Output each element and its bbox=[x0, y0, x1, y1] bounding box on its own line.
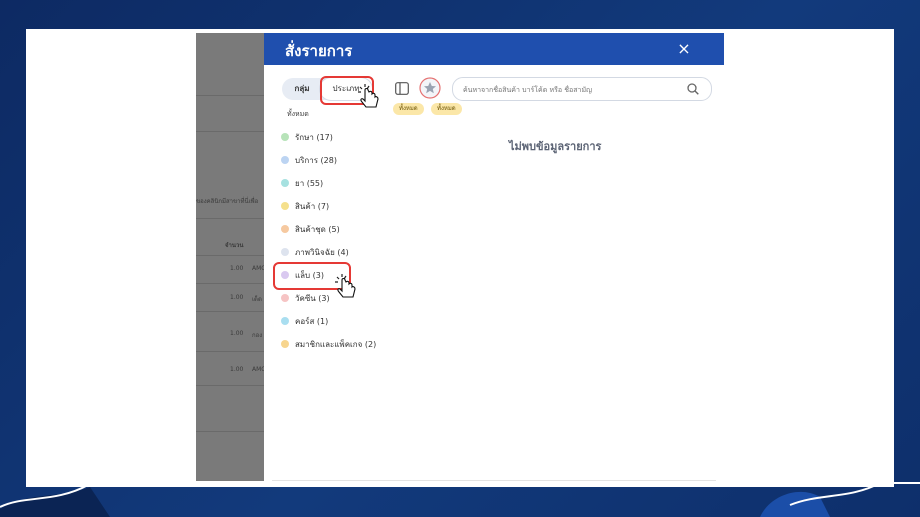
divider bbox=[196, 218, 264, 219]
category-item[interactable]: คอร์ส (1) bbox=[281, 313, 351, 329]
category-item[interactable]: บริการ (28) bbox=[281, 152, 351, 168]
category-label: สมาชิกและแพ็คเกจ (2) bbox=[295, 340, 377, 349]
category-item[interactable]: สมาชิกและแพ็คเกจ (2) bbox=[281, 336, 391, 352]
category-label: สินค้า (7) bbox=[295, 202, 330, 211]
background-qty-header: จำนวน bbox=[225, 242, 244, 249]
divider bbox=[196, 283, 264, 284]
category-color-dot bbox=[281, 340, 289, 348]
category-color-dot bbox=[281, 317, 289, 325]
category-item[interactable]: รักษา (17) bbox=[281, 129, 351, 145]
divider bbox=[196, 385, 264, 386]
category-color-dot bbox=[281, 156, 289, 164]
category-color-dot bbox=[281, 179, 289, 187]
category-label: รักษา (17) bbox=[295, 133, 333, 142]
close-icon[interactable]: × bbox=[674, 39, 694, 59]
category-all-label[interactable]: ทั้งหมด bbox=[287, 109, 309, 120]
pointer-hand-icon bbox=[358, 84, 379, 108]
app-screenshot: ของคลินิกมีสาขาที่นี่เพื่อ จำนวน 1.00 AM… bbox=[196, 33, 724, 481]
category-label: คอร์ส (1) bbox=[295, 317, 329, 326]
category-label: วัคซีน (3) bbox=[295, 294, 330, 303]
category-color-dot bbox=[281, 225, 289, 233]
category-item[interactable]: สินค้า (7) bbox=[281, 198, 351, 214]
background-row-qty: 1.00 bbox=[230, 366, 244, 373]
category-color-dot bbox=[281, 248, 289, 256]
background-row-name: กอง bbox=[252, 332, 263, 339]
search-input[interactable] bbox=[461, 81, 685, 99]
empty-state-message: ไม่พบข้อมูลรายการ bbox=[509, 140, 602, 153]
category-label: สินค้าชุด (5) bbox=[295, 225, 340, 234]
filter-chip-all[interactable]: ทั้งหมด bbox=[393, 103, 424, 115]
divider bbox=[272, 480, 716, 481]
panel-title: สั่งรายการ bbox=[285, 42, 353, 60]
background-row-qty: 1.00 bbox=[230, 330, 244, 337]
search-box bbox=[452, 77, 712, 101]
search-icon[interactable] bbox=[687, 83, 699, 95]
layout-icon[interactable] bbox=[395, 82, 409, 95]
order-panel: สั่งรายการ × กลุ่ม ประเภท ค้นหาจากชื่อสิ… bbox=[264, 33, 724, 481]
category-item[interactable]: ภาพวินิจฉัย (4) bbox=[281, 244, 351, 260]
background-row-qty: 1.00 bbox=[230, 294, 244, 301]
category-color-dot bbox=[281, 202, 289, 210]
category-item[interactable]: สินค้าชุด (5) bbox=[281, 221, 351, 237]
divider bbox=[196, 255, 264, 256]
category-label: บริการ (28) bbox=[295, 156, 337, 165]
panel-header: สั่งรายการ × bbox=[264, 33, 724, 65]
background-side-text: ของคลินิกมีสาขาที่นี่เพื่อ bbox=[196, 198, 259, 205]
tab-group[interactable]: กลุ่ม bbox=[282, 78, 322, 100]
filter-chip-all[interactable]: ทั้งหมด bbox=[431, 103, 462, 115]
pointer-hand-icon bbox=[335, 274, 356, 298]
divider bbox=[196, 131, 264, 132]
background-page: ของคลินิกมีสาขาที่นี่เพื่อ จำนวน 1.00 AM… bbox=[196, 33, 266, 481]
divider bbox=[196, 95, 264, 96]
divider bbox=[196, 431, 264, 432]
category-label: ภาพวินิจฉัย (4) bbox=[295, 248, 349, 257]
background-row-qty: 1.00 bbox=[230, 265, 244, 272]
background-row-name: เด็ด bbox=[252, 296, 262, 303]
category-label: ยา (55) bbox=[295, 179, 324, 188]
divider bbox=[196, 351, 264, 352]
category-item[interactable]: ยา (55) bbox=[281, 175, 351, 191]
category-color-dot bbox=[281, 133, 289, 141]
category-color-dot bbox=[281, 294, 289, 302]
favorite-star-icon[interactable] bbox=[419, 77, 441, 99]
divider bbox=[196, 311, 264, 312]
